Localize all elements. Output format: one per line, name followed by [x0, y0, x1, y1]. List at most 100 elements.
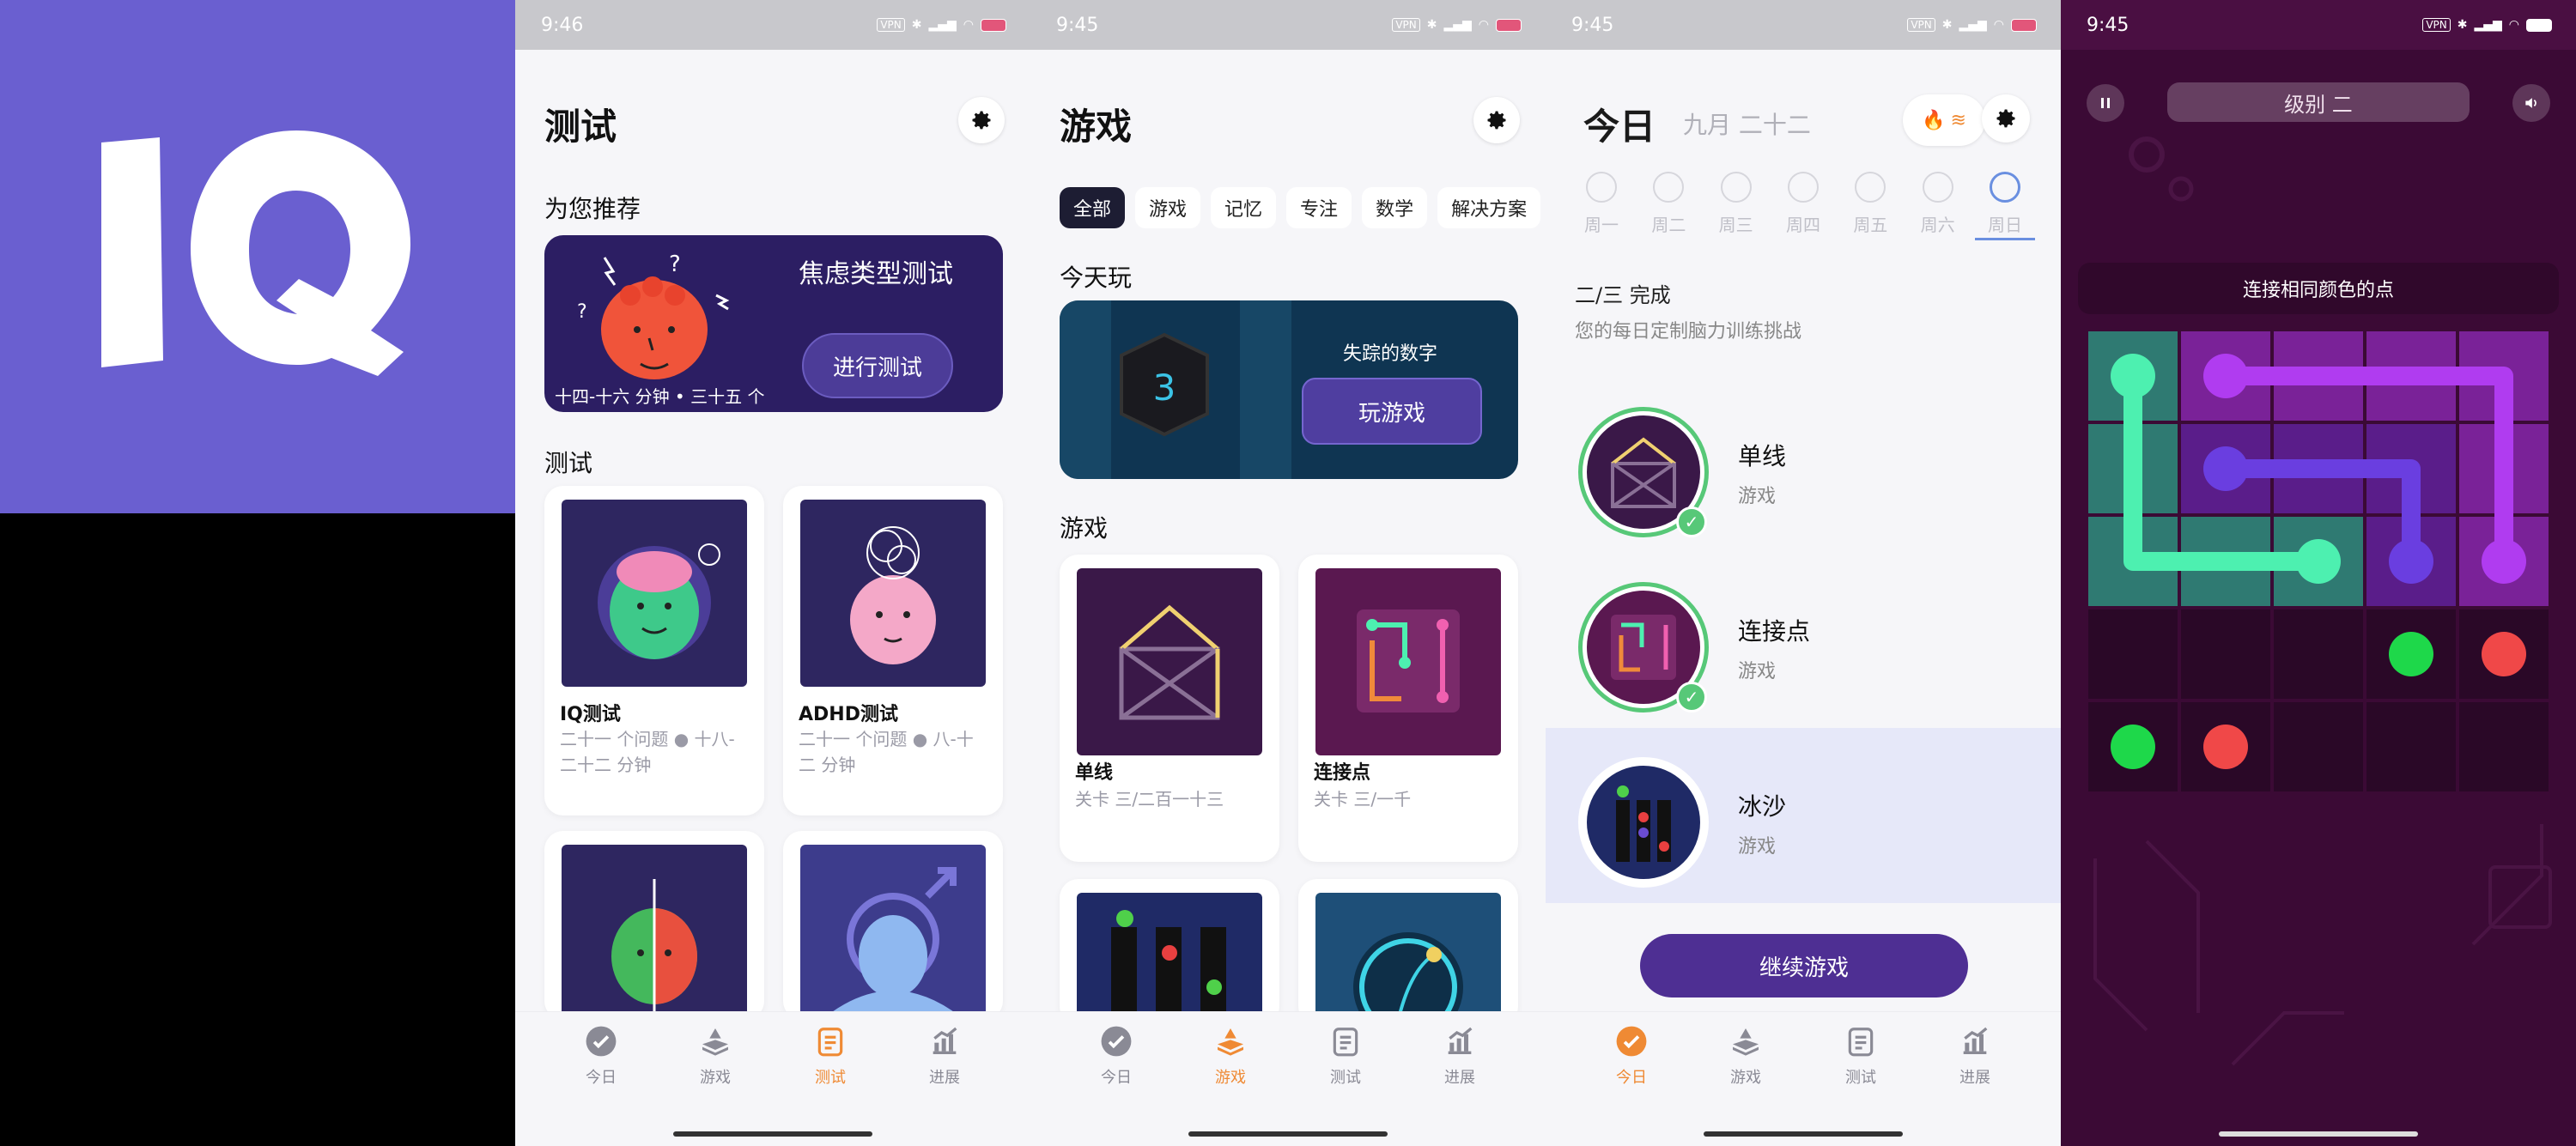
task-item[interactable]: ✓ 单线 游戏 [1546, 378, 2061, 553]
check-circle-icon [1101, 1026, 1132, 1057]
chip-focus[interactable]: 专注 [1286, 187, 1352, 228]
check-icon: ✓ [1676, 682, 1707, 712]
chip-solutions[interactable]: 解决方案 [1437, 187, 1541, 228]
nav-label: 进展 [929, 1069, 960, 1087]
status-time: 9:46 [541, 14, 584, 36]
task-subtitle: 游戏 [1738, 486, 1777, 507]
daily-number: 3 [1153, 367, 1176, 409]
dot-indigo-start[interactable] [2203, 446, 2248, 491]
task-item[interactable]: ✓ 连接点 游戏 [1546, 553, 2061, 728]
featured-test-card[interactable]: ? ? 焦虑类型测试 进行测试 十四-十六 分钟 • 三十五 个 [544, 235, 1003, 412]
chip-math[interactable]: 数学 [1362, 187, 1428, 228]
wifi-icon: ◠ [963, 18, 974, 32]
settings-button[interactable] [1473, 97, 1520, 143]
status-icons: VPN ✱ ▂▄▆ ◠ [1907, 18, 2037, 32]
continue-game-button[interactable]: 继续游戏 [1640, 934, 1968, 997]
nav-progress[interactable]: 进展 [1413, 1022, 1507, 1088]
home-indicator[interactable] [673, 1131, 872, 1137]
nav-progress[interactable]: 进展 [1928, 1022, 2022, 1088]
chip-memory[interactable]: 记忆 [1211, 187, 1277, 228]
status-bar: 9:45 VPN ✱ ▂▄▆ ◠ [1030, 0, 1546, 50]
day-tue[interactable]: 周二 [1638, 172, 1698, 240]
signal-icon: ▂▄▆ [1443, 18, 1472, 32]
take-test-button[interactable]: 进行测试 [802, 333, 953, 398]
nav-tests[interactable]: 测试 [783, 1022, 878, 1088]
day-sun[interactable]: 周日 [1974, 172, 2035, 240]
game-card-4[interactable] [1298, 879, 1518, 1030]
chip-games[interactable]: 游戏 [1135, 187, 1201, 228]
test-card-adhd[interactable]: ADHD测试 二十一 个问题 ● 八-十二 分钟 [783, 486, 1003, 816]
settings-button[interactable] [958, 97, 1005, 143]
sound-button[interactable] [2512, 84, 2550, 122]
task-title: 连接点 [1738, 617, 1811, 646]
play-game-button[interactable]: 玩游戏 [1302, 378, 1482, 445]
vpn-badge: VPN [1392, 18, 1420, 32]
dot-green-end[interactable] [2296, 539, 2341, 584]
bottom-nav: 今日 游戏 测试 进展 [1030, 1011, 1546, 1146]
game-card-single-line[interactable]: 单线 关卡 三/二百一十三 [1060, 555, 1279, 862]
test-card-4[interactable] [783, 831, 1003, 1020]
home-indicator[interactable] [1704, 1131, 1903, 1137]
gear-icon [1487, 111, 1506, 130]
nav-today[interactable]: 今日 [554, 1022, 648, 1088]
game-board[interactable] [2087, 330, 2550, 797]
nav-today[interactable]: 今日 [1069, 1022, 1163, 1088]
task-title: 冰沙 [1738, 792, 1787, 821]
gamepad-icon [1733, 1028, 1759, 1056]
chip-all[interactable]: 全部 [1060, 187, 1126, 228]
game-card-connect-dots[interactable]: 连接点 关卡 三/一千 [1298, 555, 1518, 862]
personality-test-thumbnail [562, 845, 747, 1016]
dot-indigo-end[interactable] [2389, 539, 2433, 584]
instruction-banner: 连接相同颜色的点 [2078, 263, 2559, 314]
iq-test-thumbnail [562, 500, 747, 687]
status-time: 9:45 [1056, 14, 1099, 36]
nav-label: 游戏 [1215, 1069, 1246, 1087]
day-sat[interactable]: 周六 [1908, 172, 1968, 240]
day-mon[interactable]: 周一 [1571, 172, 1631, 240]
dot-purple-start[interactable] [2203, 354, 2248, 398]
task-item-current[interactable]: 冰沙 游戏 [1546, 728, 2061, 903]
settings-button[interactable] [1982, 94, 2030, 142]
nav-label: 今日 [1101, 1069, 1132, 1087]
day-fri[interactable]: 周五 [1840, 172, 1900, 240]
dot-green-start[interactable] [2111, 354, 2155, 398]
nav-today[interactable]: 今日 [1584, 1022, 1679, 1088]
daily-game-card[interactable]: 3 失踪的数字 玩游戏 [1060, 300, 1518, 479]
streak-button[interactable]: 🔥 ≋ [1903, 94, 1985, 146]
check-circle-icon [586, 1026, 617, 1057]
today-play-heading: 今天玩 [1060, 264, 1133, 292]
play-screen: 9:45 VPN ✱ ▂▄▆ ◠ 级别 二 连接相同颜色的点 [2061, 0, 2576, 1146]
iq-logo [101, 130, 410, 376]
nav-games[interactable]: 游戏 [668, 1022, 762, 1088]
dot-purple-end[interactable] [2482, 539, 2526, 584]
tests-screen: 9:46 VPN ✱ ▂▄▆ ◠ 测试 为您推荐 ? ? 焦虑类型测试 进行测试… [515, 0, 1030, 1146]
card-subtitle: 二十一 个问题 ● 十八-二十二 分钟 [560, 729, 735, 775]
nav-label: 游戏 [700, 1069, 731, 1087]
home-indicator[interactable] [2219, 1131, 2418, 1137]
page-title: 测试 [544, 106, 617, 148]
home-indicator[interactable] [1188, 1131, 1388, 1137]
nav-tests[interactable]: 测试 [1814, 1022, 1908, 1088]
test-card-3[interactable] [544, 831, 764, 1020]
pause-button[interactable] [2087, 84, 2124, 122]
games-screen: 9:45 VPN ✱ ▂▄▆ ◠ 游戏 全部 游戏 记忆 专注 数学 解决方案 … [1030, 0, 1546, 1146]
chart-icon [1963, 1027, 1988, 1054]
orbit-thumbnail [1315, 893, 1501, 1030]
dot-green-a[interactable] [2389, 632, 2433, 676]
flame-icon: 🔥 [1922, 109, 1946, 131]
test-card-iq[interactable]: IQ测试 二十一 个问题 ● 十八-二十二 分钟 [544, 486, 764, 816]
signal-icon: ▂▄▆ [1959, 18, 1987, 32]
game-card-3[interactable] [1060, 879, 1279, 1030]
day-wed[interactable]: 周三 [1706, 172, 1766, 240]
nav-tests[interactable]: 测试 [1298, 1022, 1393, 1088]
smoothie-thumbnail [1077, 893, 1262, 1030]
day-thu[interactable]: 周四 [1773, 172, 1833, 240]
featured-title: 焦虑类型测试 [799, 259, 953, 289]
nav-progress[interactable]: 进展 [897, 1022, 992, 1088]
dot-green-b[interactable] [2111, 725, 2155, 769]
dot-red-a[interactable] [2482, 632, 2526, 676]
dot-red-b[interactable] [2203, 725, 2248, 769]
bluetooth-icon: ✱ [1426, 18, 1437, 32]
nav-games[interactable]: 游戏 [1698, 1022, 1793, 1088]
nav-games[interactable]: 游戏 [1183, 1022, 1278, 1088]
